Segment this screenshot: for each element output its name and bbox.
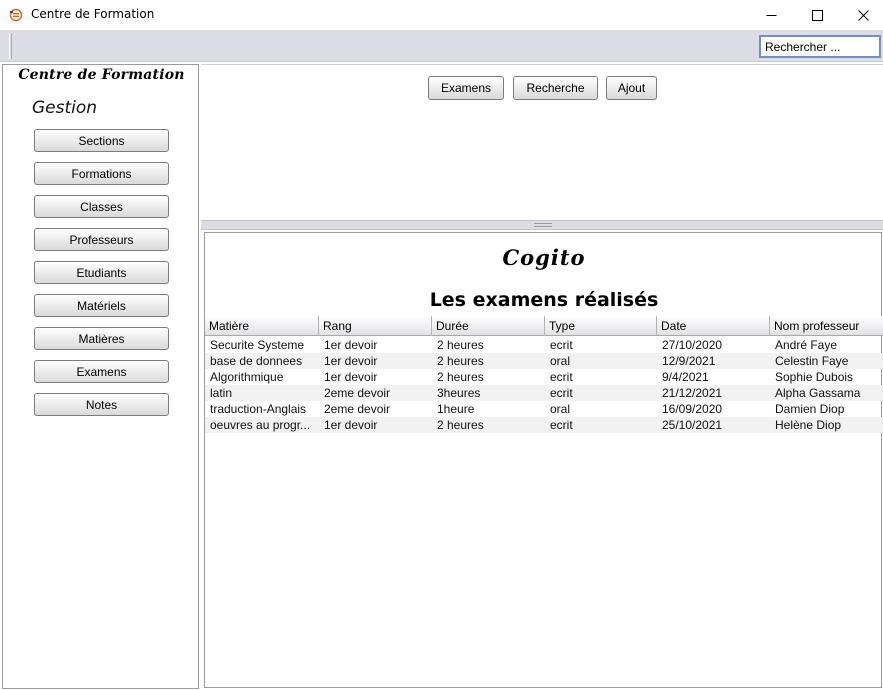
exams-panel: Cogito Les examens réalisés Matière Rang… [204,232,883,688]
cogito-logo: Cogito [502,245,586,270]
table-cell: 2 heures [437,418,484,432]
minimize-button[interactable] [748,0,794,30]
title-bar: Centre de Formation [0,0,883,30]
table-cell: 27/10/2020 [662,338,723,352]
table-cell: 2eme devoir [324,386,391,400]
table-cell: 2 heures [437,354,484,368]
table-cell: 21/12/2021 [662,386,723,400]
sidebar-item-classes[interactable]: Classes [34,195,169,218]
table-row[interactable]: base de donnees 1er devoir 2 heures oral… [205,353,883,369]
ajout-button[interactable]: Ajout [606,76,657,100]
table-cell: 16/09/2020 [662,402,723,416]
sidebar-item-professeurs[interactable]: Professeurs [34,228,169,251]
sidebar-item-formations[interactable]: Formations [34,162,169,185]
table-cell: André Faye [775,338,838,352]
table-cell: 2 heures [437,338,484,352]
column-header-rang[interactable]: Rang [319,316,432,336]
table-body: Securite Systeme 1er devoir 2 heures ecr… [205,337,883,433]
table-row[interactable]: Securite Systeme 1er devoir 2 heures ecr… [205,337,883,353]
minimize-icon [766,14,776,16]
search-input[interactable] [759,35,881,58]
table-cell: 1er devoir [324,418,378,432]
table-row[interactable]: traduction-Anglais 2eme devoir 1heure or… [205,401,883,417]
sidebar-item-examens[interactable]: Examens [34,360,169,383]
close-button[interactable] [840,0,883,30]
table-cell: 2 heures [437,370,484,384]
table-cell: oeuvres au progr... [210,418,311,432]
toolbar-grip-handle[interactable] [9,33,12,59]
table-cell: ecrit [550,418,573,432]
sidebar: Centre de Formation Gestion Sections For… [2,64,199,689]
table-cell: ecrit [550,386,573,400]
table-cell: Celestin Faye [775,354,849,368]
table-cell: 9/4/2021 [662,370,709,384]
table-cell: 3heures [437,386,481,400]
table-cell: 12/9/2021 [662,354,716,368]
column-header-matiere[interactable]: Matière [205,316,319,336]
table-cell: oral [550,402,571,416]
sidebar-item-materiels[interactable]: Matériels [34,294,169,317]
sidebar-section-title: Gestion [32,98,98,118]
table-cell: ecrit [550,338,573,352]
table-cell: ecrit [550,370,573,384]
maximize-icon [811,9,823,21]
table-row[interactable]: latin 2eme devoir 3heures ecrit 21/12/20… [205,385,883,401]
sidebar-item-etudiants[interactable]: Etudiants [34,261,169,284]
table-cell: Alpha Gassama [775,386,861,400]
table-cell: Algorithmique [210,370,284,384]
table-cell: Damien Diop [775,402,845,416]
recherche-button[interactable]: Recherche [513,76,598,100]
table-cell: 1er devoir [324,338,378,352]
split-pane-divider[interactable] [201,220,883,230]
actions-panel: Examens Recherche Ajout [201,64,883,220]
table-row[interactable]: oeuvres au progr... 1er devoir 2 heures … [205,417,883,433]
table-header: Matière Rang Durée Type Date Nom profess… [205,316,883,336]
table-cell: 2eme devoir [324,402,391,416]
sidebar-item-sections[interactable]: Sections [34,129,169,152]
divider-grip-icon [534,223,552,227]
table-cell: Sophie Dubois [775,370,854,384]
examens-button[interactable]: Examens [428,76,504,100]
page-title: Les examens réalisés [429,289,659,311]
table-row[interactable]: Algorithmique 1er devoir 2 heures ecrit … [205,369,883,385]
column-header-date[interactable]: Date [657,316,770,336]
toolbar [0,30,883,62]
table-cell: traduction-Anglais [210,402,307,416]
window-title: Centre de Formation [31,7,155,21]
table-cell: 25/10/2021 [662,418,723,432]
sidebar-item-matieres[interactable]: Matières [34,327,169,350]
table-cell: Securite Systeme [210,338,305,352]
table-cell: 1er devoir [324,370,378,384]
table-cell: Helène Diop [775,418,842,432]
column-header-duree[interactable]: Durée [432,316,545,336]
maximize-button[interactable] [794,0,840,30]
column-header-nom-professeur[interactable]: Nom professeur [770,316,883,336]
table-cell: 1heure [437,402,475,416]
table-cell: latin [210,386,233,400]
table-cell: 1er devoir [324,354,378,368]
sidebar-item-notes[interactable]: Notes [34,393,169,416]
sidebar-brand: Centre de Formation [18,67,185,83]
close-icon [857,9,869,21]
column-header-type[interactable]: Type [545,316,657,336]
table-cell: base de donnees [210,354,303,368]
table-cell: oral [550,354,571,368]
app-logo-icon [9,8,23,22]
